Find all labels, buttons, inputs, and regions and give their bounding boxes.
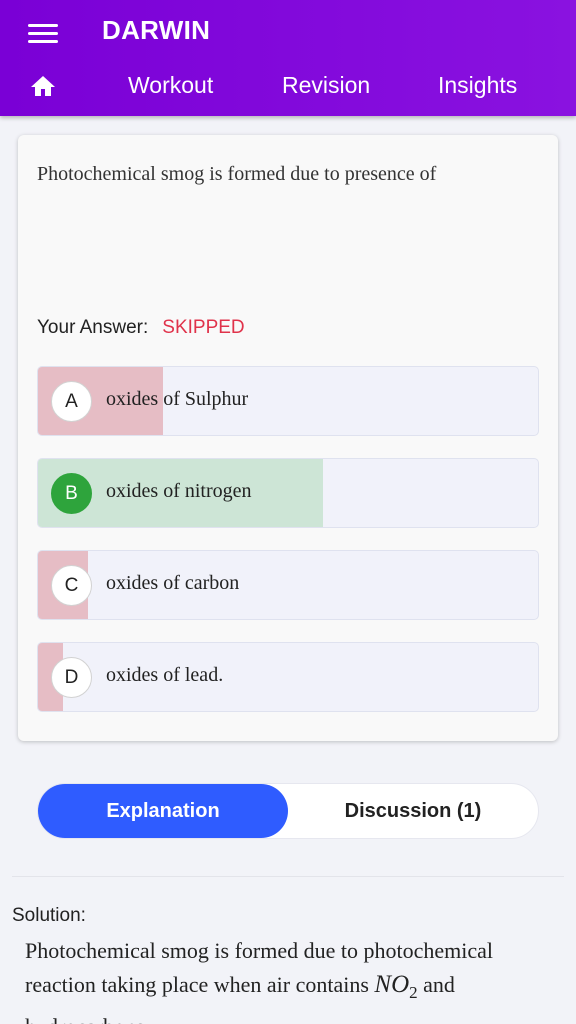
home-icon[interactable]: [30, 74, 56, 98]
option-b-text: oxides of nitrogen: [106, 480, 252, 502]
tab-discussion[interactable]: Discussion (1): [288, 784, 538, 838]
app-title: DARWIN: [102, 15, 211, 45]
your-answer-label: Your Answer:: [37, 317, 149, 338]
formula-base: NO: [374, 971, 410, 998]
option-a[interactable]: A oxides of Sulphur: [37, 366, 539, 436]
option-d[interactable]: D oxides of lead.: [37, 642, 539, 712]
app-header: DARWIN Workout Revision Insights: [0, 0, 576, 116]
menu-icon[interactable]: [28, 22, 58, 44]
your-answer-status: SKIPPED: [162, 317, 245, 338]
question-text: Photochemical smog is formed due to pres…: [37, 163, 437, 185]
option-a-text: oxides of Sulphur: [106, 388, 249, 410]
formula-subscript: 2: [409, 983, 418, 1002]
your-answer-row: Your Answer: SKIPPED: [37, 317, 245, 339]
question-card: Photochemical smog is formed due to pres…: [18, 135, 558, 741]
option-d-text: oxides of lead.: [106, 664, 224, 686]
option-b[interactable]: B oxides of nitrogen: [37, 458, 539, 528]
solution-tabs: Explanation Discussion (1): [37, 783, 539, 839]
tab-explanation[interactable]: Explanation: [38, 784, 288, 838]
option-d-letter: D: [51, 657, 92, 698]
nav-revision[interactable]: Revision: [282, 72, 370, 99]
option-c[interactable]: C oxides of carbon: [37, 550, 539, 620]
option-b-letter: B: [51, 473, 92, 514]
nav-workout[interactable]: Workout: [128, 72, 213, 99]
solution-text: Photochemical smog is formed due to phot…: [25, 934, 545, 1024]
option-a-letter: A: [51, 381, 92, 422]
option-c-text: oxides of carbon: [106, 572, 240, 594]
nav-insights[interactable]: Insights: [438, 72, 517, 99]
solution-label: Solution:: [12, 905, 86, 926]
divider: [12, 876, 564, 877]
formula-no2: NO2: [374, 971, 417, 1002]
option-c-letter: C: [51, 565, 92, 606]
